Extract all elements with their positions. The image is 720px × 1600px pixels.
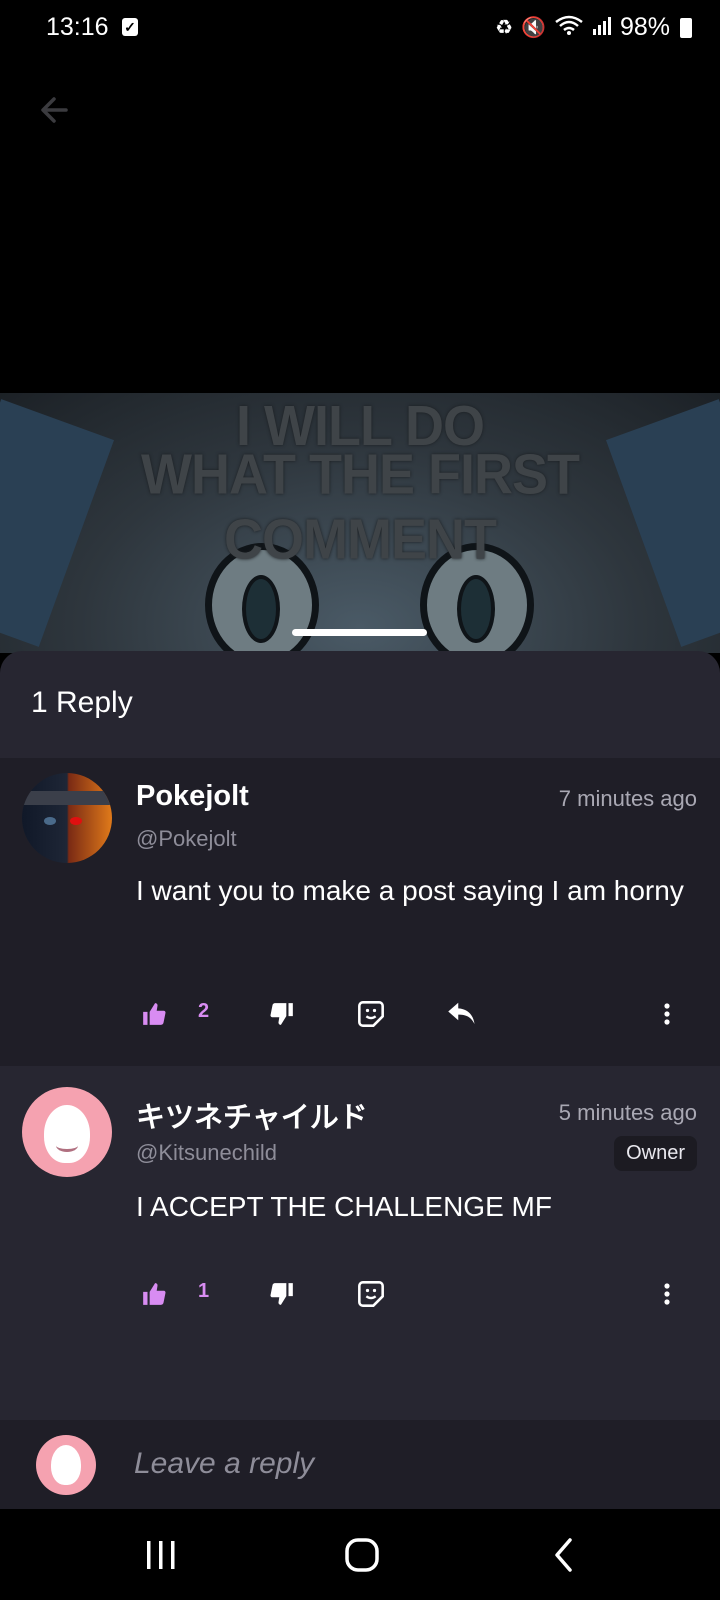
chevron-left-icon — [555, 1538, 572, 1572]
status-bar: 13:16 ✓ ♻ 🔇 98% — [0, 0, 720, 58]
status-indicators: ♻ 🔇 98% — [495, 13, 692, 42]
emoji-sticker-icon — [358, 1281, 384, 1307]
dislike-button[interactable] — [266, 994, 298, 1034]
home-icon — [345, 1538, 379, 1572]
meme-text-line2: WHAT THE FIRST COMMENT — [141, 442, 580, 572]
comment-author[interactable]: キツネチャイルド — [136, 1094, 368, 1136]
add-reaction-button[interactable] — [355, 994, 387, 1034]
battery-saver-icon: ♻ — [495, 17, 514, 39]
checklist-notification-icon: ✓ — [122, 18, 138, 36]
replies-count-title: 1 Reply — [31, 686, 133, 719]
system-navigation-bar — [0, 1509, 720, 1600]
more-vertical-icon — [664, 1003, 670, 1025]
thumbs-down-icon — [270, 1003, 293, 1025]
avatar[interactable] — [22, 773, 112, 863]
recent-apps-button[interactable] — [131, 1535, 191, 1575]
current-user-avatar — [36, 1435, 96, 1495]
more-options-button[interactable] — [652, 1274, 682, 1314]
home-button[interactable] — [332, 1535, 392, 1575]
more-vertical-icon — [664, 1283, 670, 1305]
wifi-icon — [554, 14, 584, 42]
status-time: 13:16 — [46, 13, 109, 41]
comment-body: I want you to make a post saying I am ho… — [136, 875, 684, 906]
thumbs-up-icon — [143, 1283, 166, 1305]
reply-composer — [0, 1420, 720, 1509]
comment-handle: @Pokejolt — [136, 826, 237, 851]
comment-author[interactable]: Pokejolt — [136, 780, 249, 813]
comment-body: I ACCEPT THE CHALLENGE MF — [136, 1191, 552, 1222]
avatar[interactable] — [22, 1087, 112, 1177]
comment-timestamp: 7 minutes ago — [558, 786, 697, 811]
more-options-button[interactable] — [652, 994, 682, 1034]
replies-sheet: 1 Reply Pokejolt @Pokejolt 7 minutes ago… — [0, 651, 720, 1509]
recent-apps-icon — [147, 1541, 175, 1569]
post-media-preview[interactable]: I WILL DO WHAT THE FIRST COMMENT — [0, 393, 720, 653]
like-button[interactable] — [138, 994, 170, 1034]
like-button[interactable] — [138, 1274, 170, 1314]
battery-icon — [680, 17, 692, 38]
reply-button[interactable] — [444, 994, 480, 1034]
thumbs-down-icon — [270, 1283, 293, 1305]
like-count: 2 — [198, 1000, 210, 1022]
comment-item: キツネチャイルド @Kitsunechild 5 minutes ago Own… — [0, 1072, 720, 1472]
system-back-button[interactable] — [534, 1535, 594, 1575]
mute-icon: 🔇 — [521, 17, 546, 39]
sheet-drag-handle[interactable] — [292, 629, 427, 636]
arrow-left-icon — [41, 97, 68, 123]
back-button[interactable] — [34, 90, 74, 130]
comment-item: Pokejolt @Pokejolt 7 minutes ago I want … — [0, 758, 720, 1066]
battery-percent: 98% — [619, 13, 670, 41]
signal-icon — [592, 15, 612, 41]
reply-input[interactable] — [134, 1442, 674, 1486]
thumbs-up-icon — [143, 1003, 166, 1025]
comment-timestamp: 5 minutes ago — [558, 1100, 697, 1125]
owner-badge: Owner — [614, 1136, 697, 1171]
like-count: 1 — [198, 1280, 210, 1302]
comment-actions: 2 — [0, 994, 720, 1034]
reply-arrow-icon — [448, 1002, 475, 1024]
add-reaction-button[interactable] — [355, 1274, 387, 1314]
comment-actions: 1 — [0, 1274, 720, 1314]
dislike-button[interactable] — [266, 1274, 298, 1314]
emoji-sticker-icon — [358, 1001, 384, 1027]
comment-handle: @Kitsunechild — [136, 1140, 277, 1165]
